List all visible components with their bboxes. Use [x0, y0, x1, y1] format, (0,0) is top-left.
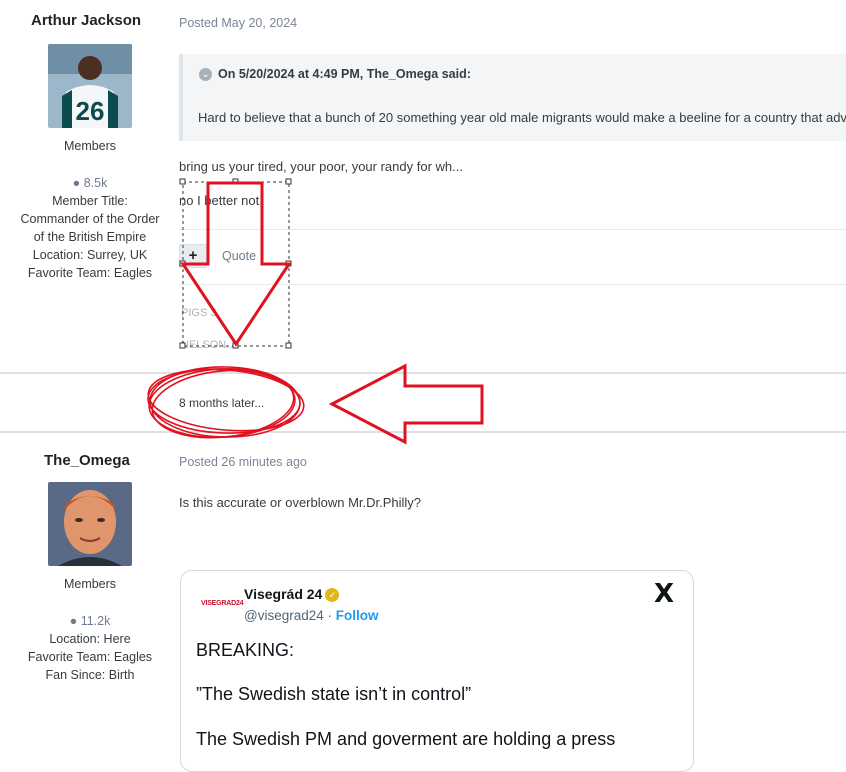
tweet-handle[interactable]: @visegrad24 [244, 608, 324, 623]
chevron-down-icon[interactable]: ⌄ [199, 68, 212, 82]
post-count[interactable]: ● 8.5k [5, 174, 175, 192]
tweet-text-line2: ”The Swedish state isn’t in control” [196, 684, 472, 704]
quote-text: Hard to believe that a bunch of 20 somet… [198, 110, 846, 125]
avatar-image: 26 [48, 44, 132, 128]
visegrad24-logo: VISEGRAD24 [201, 600, 244, 607]
svg-text:26: 26 [76, 96, 105, 126]
comment-icon: ● [69, 614, 78, 628]
avatar-image [48, 482, 132, 566]
divider [179, 229, 846, 230]
post-date[interactable]: Posted 26 minutes ago [179, 455, 307, 469]
tweet-text-line3: The Swedish PM and goverment are holding… [196, 729, 616, 749]
author-name-arthur-jackson[interactable]: Arthur Jackson [31, 12, 141, 29]
post-date[interactable]: Posted May 20, 2024 [179, 16, 297, 30]
member-title-label: Member Title: [52, 194, 128, 208]
author-group: Members [63, 139, 117, 153]
post-count[interactable]: ● 11.2k [5, 612, 175, 630]
post-separator-bottom [0, 431, 846, 433]
tweet-author-name[interactable]: Visegrád 24 ✓ [244, 586, 340, 603]
comment-icon: ● [72, 176, 81, 190]
tweet-handle-row: @visegrad24 · Follow [244, 608, 379, 623]
avatar-the-omega[interactable] [48, 482, 132, 566]
x-logo-icon[interactable]: X [654, 579, 674, 609]
quote-header-text: On 5/20/2024 at 4:49 PM, The_Omega said: [218, 67, 471, 81]
post-separator-top [0, 372, 846, 374]
author-location: Location: Here [49, 632, 131, 646]
follow-button[interactable]: Follow [336, 608, 379, 623]
member-title-line1: Commander of the Order [20, 212, 160, 226]
quote-button[interactable]: Quote [222, 249, 256, 263]
tweet-author-name-text: Visegrád 24 [244, 586, 323, 602]
signature-line1: PIGS 3 [181, 307, 217, 319]
author-fan-since: Fan Since: Birth [45, 668, 135, 682]
separator-dot: · [327, 608, 333, 623]
author-team: Favorite Team: Eagles [27, 266, 153, 280]
time-gap-label: 8 months later... [179, 396, 265, 410]
author-location: Location: Surrey, UK [32, 248, 148, 262]
signature-line2: NELSON... [181, 339, 236, 351]
author-name-the-omega[interactable]: The_Omega [44, 452, 130, 469]
author-team: Favorite Team: Eagles [27, 650, 153, 664]
tweet-embed[interactable]: VISEGRAD24 Visegrád 24 ✓ @visegrad24 · Fo… [180, 570, 694, 772]
post-body-line1: bring us your tired, your poor, your ran… [179, 159, 463, 174]
verified-badge-icon: ✓ [325, 588, 340, 603]
quote-header[interactable]: ⌄ On 5/20/2024 at 4:49 PM, The_Omega said… [199, 67, 471, 82]
quote-block: ⌄ On 5/20/2024 at 4:49 PM, The_Omega said… [179, 54, 846, 141]
multiquote-plus-button[interactable]: + [179, 244, 207, 268]
post-body-line2: no I better not. [179, 193, 263, 208]
author-group: Members [63, 577, 117, 591]
tweet-text-line1: BREAKING: [196, 640, 295, 660]
avatar-arthur-jackson[interactable]: 26 [48, 44, 132, 128]
divider [179, 284, 846, 285]
post-count-value: 8.5k [83, 176, 108, 190]
member-title-line2: of the British Empire [33, 230, 147, 244]
post-count-value: 11.2k [80, 614, 111, 628]
post-body: Is this accurate or overblown Mr.Dr.Phil… [179, 495, 422, 510]
